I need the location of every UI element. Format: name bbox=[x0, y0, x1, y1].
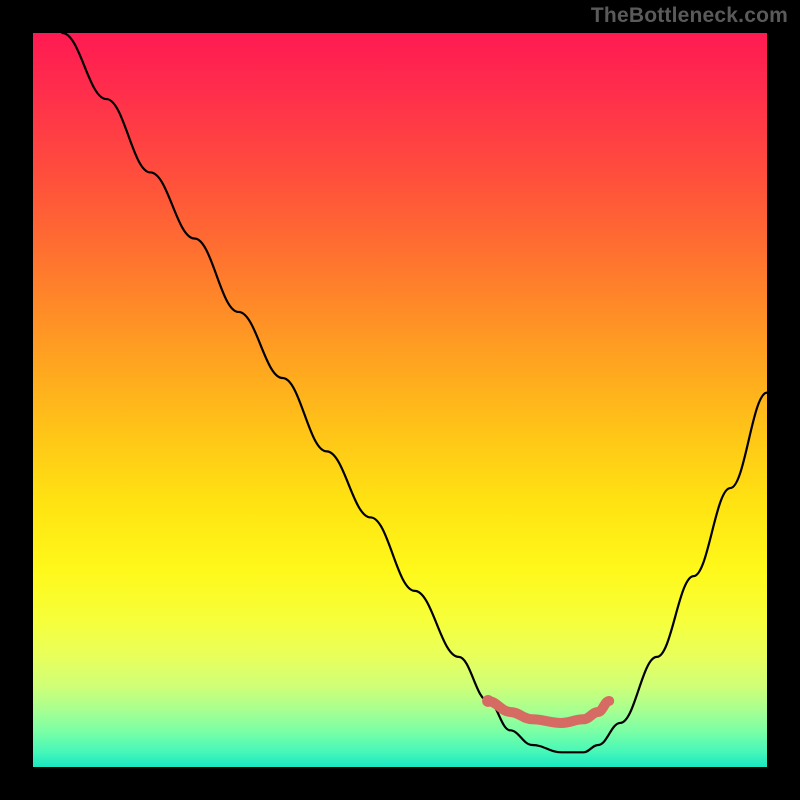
optimal-range-segment bbox=[488, 701, 609, 723]
bottleneck-curve bbox=[62, 33, 767, 752]
optimal-point-marker bbox=[482, 695, 494, 707]
plot-area bbox=[33, 33, 767, 767]
chart-svg bbox=[33, 33, 767, 767]
attribution-text: TheBottleneck.com bbox=[591, 4, 788, 28]
chart-container: TheBottleneck.com bbox=[0, 0, 800, 800]
